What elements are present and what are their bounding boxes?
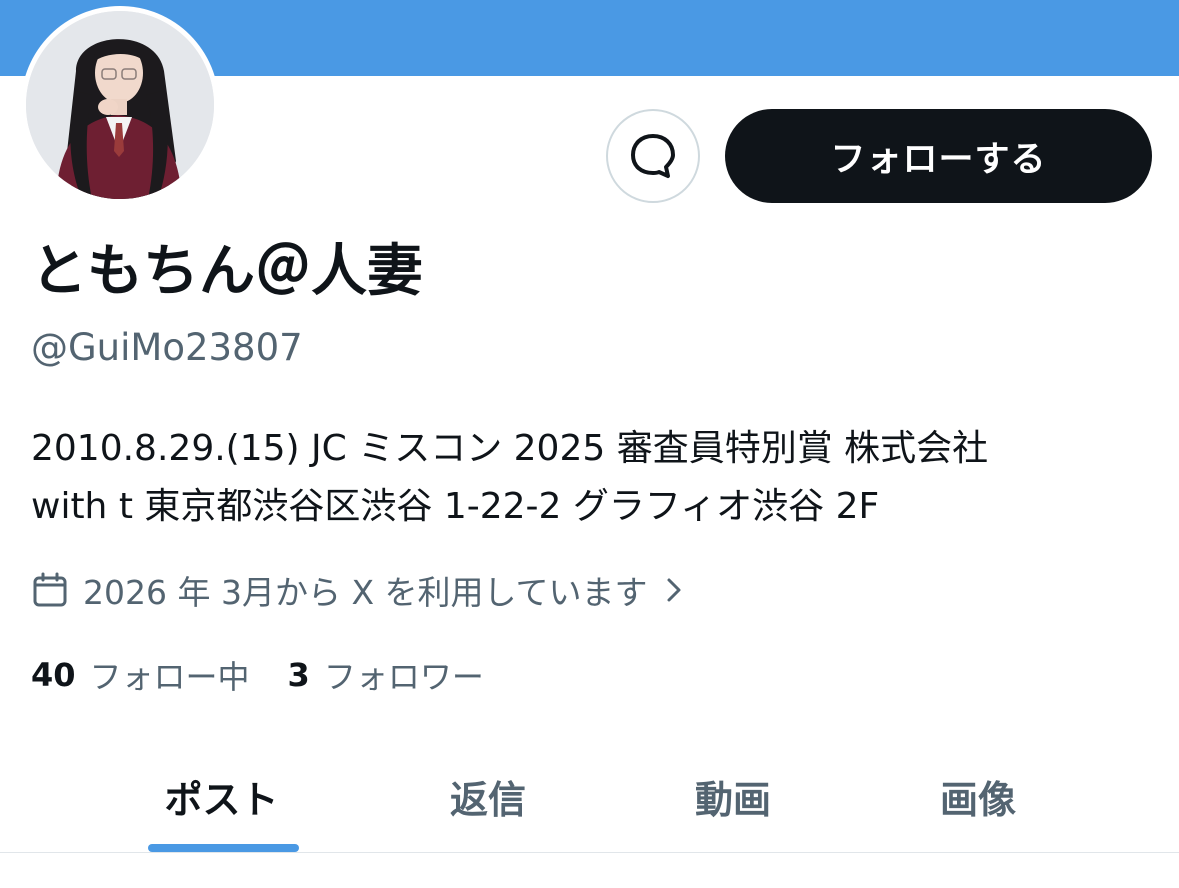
bio-line: 2010.8.29.(15) JC ミスコン 2025 審査員特別賞 株式会社 (31, 428, 989, 469)
follow-button[interactable]: フォローする (725, 109, 1152, 203)
avatar[interactable] (21, 6, 219, 204)
message-bubble-icon (628, 131, 678, 181)
followers-label: フォロワー (323, 658, 484, 696)
display-name: ともちん＠人妻 (31, 239, 423, 304)
tab-label: ポスト (164, 777, 279, 822)
following-label: フォロー中 (89, 658, 250, 696)
followers-count: 3 (287, 656, 310, 694)
bio-line: with t 東京都渋谷区渋谷 1-22-2 グラフィオ渋谷 2F (31, 486, 880, 527)
tab-videos[interactable]: 動画 (533, 740, 933, 852)
user-handle: @GuiMo23807 (31, 326, 303, 369)
tab-images[interactable]: 画像 (933, 740, 1023, 852)
chevron-right-icon (664, 575, 684, 605)
message-button[interactable] (606, 109, 700, 203)
following-count: 40 (31, 656, 76, 694)
tab-label: 画像 (939, 777, 1016, 822)
tab-label: 動画 (694, 777, 771, 822)
followers-stat[interactable]: 3 フォロワー (288, 652, 484, 698)
avatar-image (26, 11, 214, 199)
joined-date-text: 2026 年 3月から X を利用しています (83, 573, 648, 612)
profile-bio: 2010.8.29.(15) JC ミスコン 2025 審査員特別賞 株式会社 … (31, 420, 1141, 536)
active-tab-indicator (148, 844, 299, 852)
following-stat[interactable]: 40 フォロー中 (31, 652, 250, 698)
follow-stats: 40 フォロー中 3 フォロワー (31, 650, 484, 700)
tab-posts[interactable]: ポスト (0, 740, 443, 852)
profile-tabs: ポスト 返信 動画 画像 (0, 740, 1179, 853)
calendar-icon (31, 571, 69, 609)
tab-replies[interactable]: 返信 (443, 740, 533, 852)
profile-page: フォローする ともちん＠人妻 @GuiMo23807 2010.8.29.(15… (0, 0, 1179, 888)
joined-date-row[interactable]: 2026 年 3月から X を利用しています (31, 566, 684, 614)
tab-label: 返信 (449, 777, 526, 822)
